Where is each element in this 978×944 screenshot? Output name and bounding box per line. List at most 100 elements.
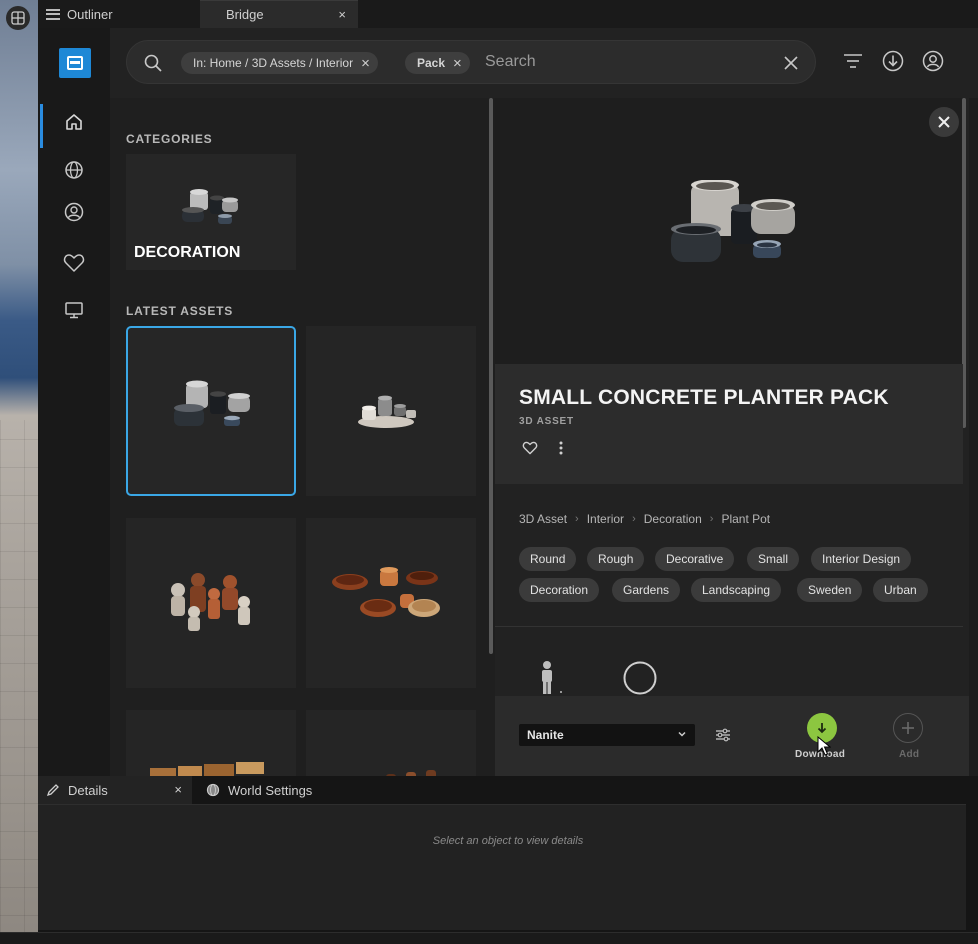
sidebar-item-home[interactable]	[38, 100, 110, 148]
category-thumbnail	[182, 189, 238, 224]
filter-chip-pack[interactable]: Pack ×	[405, 52, 470, 74]
asset-preview-image	[671, 180, 795, 262]
details-tab-bar: Details × World Settings	[38, 776, 978, 804]
asset-title: SMALL CONCRETE PLANTER PACK	[519, 386, 889, 409]
tag[interactable]: Round	[519, 547, 577, 571]
tag[interactable]: Decoration	[519, 578, 600, 602]
search-icon	[144, 54, 162, 72]
globe-icon	[206, 783, 220, 797]
bridge-logo-icon[interactable]	[59, 48, 91, 78]
favorite-heart-icon[interactable]	[522, 441, 538, 455]
breadcrumb-item[interactable]: Decoration	[644, 512, 702, 526]
asset-thumbnail	[150, 762, 264, 776]
sidebar-item-browse[interactable]	[38, 148, 110, 192]
tab-bridge-close-icon[interactable]: ×	[338, 7, 346, 22]
tab-bridge[interactable]: Bridge ×	[200, 0, 358, 28]
asset-thumbnail	[358, 395, 416, 428]
asset-preview	[495, 98, 963, 364]
asset-card-bottles[interactable]	[306, 710, 476, 776]
tab-bar: Outliner Bridge ×	[38, 0, 978, 28]
search-input[interactable]: Search	[485, 53, 536, 71]
asset-card-wood-tiles[interactable]	[126, 710, 296, 776]
chevron-right-icon: ›	[709, 513, 714, 525]
home-icon	[66, 114, 82, 130]
asset-detail-panel: SMALL CONCRETE PLANTER PACK 3D ASSET 3D …	[495, 98, 969, 776]
breadcrumb-item[interactable]: Interior	[587, 512, 624, 526]
tab-bridge-label: Bridge	[226, 7, 264, 22]
asset-card-stone-planters[interactable]	[306, 326, 476, 496]
tab-outliner-label: Outliner	[67, 6, 113, 22]
category-card-decoration[interactable]: DECORATION	[126, 154, 296, 270]
tag[interactable]: Rough	[587, 547, 645, 571]
close-icon	[938, 116, 950, 128]
outliner-icon	[46, 8, 60, 20]
mouse-cursor-icon	[817, 736, 831, 756]
level-viewport[interactable]	[0, 0, 38, 944]
chevron-right-icon: ›	[632, 513, 636, 525]
browse-scrollbar[interactable]	[489, 98, 493, 654]
heart-icon	[63, 254, 85, 272]
tab-details[interactable]: Details ×	[38, 776, 192, 804]
tab-details-label: Details	[68, 782, 108, 798]
asset-card-clay-bowls[interactable]	[306, 518, 476, 688]
latest-assets-heading: LATEST ASSETS	[126, 304, 234, 318]
divider	[495, 626, 963, 627]
tab-details-close-icon[interactable]: ×	[174, 782, 182, 797]
breadcrumb-item[interactable]: Plant Pot	[721, 512, 770, 526]
tag[interactable]: Gardens	[612, 578, 681, 602]
tag[interactable]: Landscaping	[691, 578, 782, 602]
header: In: Home / 3D Assets / Interior × Pack ×…	[110, 28, 978, 98]
clear-search-icon[interactable]	[781, 53, 801, 73]
sidebar-item-account[interactable]	[38, 190, 110, 234]
user-icon	[64, 202, 84, 222]
human-scale-icon	[542, 661, 562, 694]
download-arrow-icon	[817, 723, 827, 734]
status-bar	[0, 932, 978, 944]
chevron-right-icon: ›	[575, 513, 579, 525]
tag[interactable]: Decorative	[655, 547, 735, 571]
search-bar[interactable]: In: Home / 3D Assets / Interior × Pack ×…	[126, 40, 816, 84]
asset-thumbnail	[174, 380, 250, 426]
sidebar-item-favorites[interactable]	[38, 241, 110, 285]
quality-select[interactable]: Nanite	[519, 724, 695, 746]
filter-chip-location-label: In: Home / 3D Assets / Interior	[193, 56, 354, 70]
remove-filter-icon[interactable]: ×	[453, 55, 462, 72]
tag[interactable]: Small	[747, 547, 800, 571]
profile-icon[interactable]	[922, 50, 944, 72]
category-label: DECORATION	[134, 244, 241, 261]
more-options-icon[interactable]	[557, 440, 565, 456]
asset-card-concrete-planter-pack[interactable]	[126, 326, 296, 496]
asset-card-terracotta-busts[interactable]	[126, 518, 296, 688]
monitor-icon	[65, 302, 83, 319]
asset-thumbnail	[386, 770, 436, 776]
tab-outliner[interactable]: Outliner	[42, 0, 200, 28]
tag[interactable]: Sweden	[797, 578, 863, 602]
asset-thumbnail	[171, 573, 250, 631]
breadcrumb-item[interactable]: 3D Asset	[519, 512, 567, 526]
sidebar-item-local[interactable]	[38, 288, 110, 332]
bridge-window: In: Home / 3D Assets / Interior × Pack ×…	[38, 28, 978, 776]
plus-icon	[902, 722, 914, 734]
tab-world-settings-label: World Settings	[228, 782, 313, 798]
asset-type: 3D ASSET	[519, 416, 574, 427]
asset-info: SMALL CONCRETE PLANTER PACK 3D ASSET	[495, 364, 963, 484]
tag[interactable]: Interior Design	[811, 547, 912, 571]
filter-icon[interactable]	[842, 50, 864, 72]
chevron-down-icon	[678, 731, 686, 737]
remove-filter-icon[interactable]: ×	[361, 55, 370, 72]
details-panel: Select an object to view details	[38, 804, 966, 930]
download-queue-icon[interactable]	[882, 50, 904, 72]
close-detail-button[interactable]	[929, 107, 959, 137]
globe-icon	[65, 161, 83, 179]
viewport-options-icon[interactable]	[6, 6, 30, 30]
add-button[interactable]	[893, 713, 923, 743]
tab-world-settings[interactable]: World Settings	[202, 776, 352, 804]
settings-sliders-icon[interactable]	[715, 727, 731, 743]
quality-select-value: Nanite	[527, 728, 564, 742]
breadcrumb: 3D Asset › Interior › Decoration › Plant…	[519, 512, 770, 526]
tag[interactable]: Urban	[873, 578, 928, 602]
size-circle-icon	[623, 661, 657, 695]
filter-chip-location[interactable]: In: Home / 3D Assets / Interior ×	[181, 52, 378, 74]
editor-window: Outliner Bridge × In: Home / 3D Assets /…	[0, 0, 978, 944]
sidebar	[38, 28, 110, 776]
